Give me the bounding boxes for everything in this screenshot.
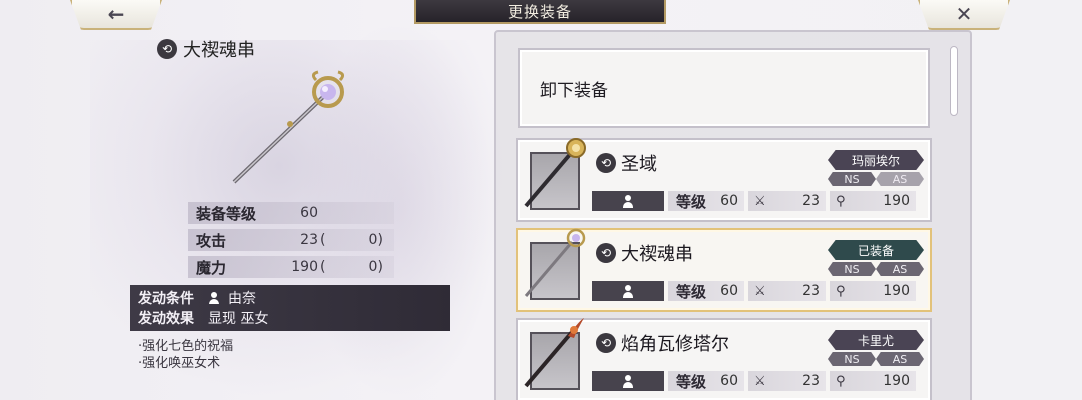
staff-type-icon: ⟲ bbox=[596, 153, 616, 173]
card-name: 大禊魂串 bbox=[621, 244, 693, 265]
magic-value: 190 bbox=[883, 373, 910, 389]
attack-stat: ⚔ 23 bbox=[748, 191, 826, 211]
as-tag: AS bbox=[876, 352, 924, 366]
person-icon bbox=[208, 292, 220, 304]
staff-image bbox=[524, 228, 586, 297]
stat-bonus: 0 bbox=[368, 259, 378, 275]
level-label: 等级 bbox=[676, 192, 707, 211]
wand-icon: ⚲ bbox=[836, 193, 846, 209]
as-tag: AS bbox=[876, 172, 924, 186]
staff-image bbox=[524, 318, 584, 388]
effect-list: ·强化七色的祝福 ·强化唤巫女术 bbox=[138, 338, 233, 372]
magic-stat: ⚲ 190 bbox=[830, 191, 916, 211]
sword-icon: ⚔ bbox=[754, 373, 766, 389]
person-icon bbox=[622, 284, 634, 298]
scrollbar[interactable] bbox=[950, 46, 958, 116]
stat-label: 装备等级 bbox=[196, 204, 257, 223]
magic-stat: ⚲ 190 bbox=[830, 281, 916, 301]
paren-close: ) bbox=[377, 232, 383, 248]
magic-value: 190 bbox=[883, 193, 910, 209]
equipment-card-1[interactable]: ⟲ 大禊魂串 已装备 NS AS 等级 60 ⚔ 23 ⚲ 190 bbox=[516, 228, 932, 312]
owner-badge: 卡里尤 bbox=[828, 330, 924, 350]
level-label: 等级 bbox=[676, 372, 707, 391]
attack-stat: ⚔ 23 bbox=[748, 281, 826, 301]
activation-box: 发动条件 由奈 发动效果 显现 巫女 bbox=[130, 285, 450, 331]
effect-item: ·强化七色的祝福 bbox=[138, 339, 234, 354]
ns-tag: NS bbox=[828, 172, 876, 186]
equipment-card-2[interactable]: ⟲ 焰角瓦修塔尔 卡里尤 NS AS 等级 60 ⚔ 23 ⚲ 190 bbox=[516, 318, 932, 400]
paren-close: ) bbox=[377, 259, 383, 275]
condition-value: 由奈 bbox=[228, 291, 256, 307]
attack-value: 23 bbox=[802, 283, 820, 299]
detail-item-title: ⟲ 大禊魂串 bbox=[157, 36, 255, 62]
stat-value: 190 bbox=[291, 259, 318, 275]
wand-icon: ⚲ bbox=[836, 373, 846, 389]
stat-value: 60 bbox=[300, 205, 318, 221]
card-name: 焰角瓦修塔尔 bbox=[621, 334, 729, 355]
back-arrow-icon: ← bbox=[107, 2, 125, 26]
activation-condition: 发动条件 由奈 bbox=[138, 288, 442, 308]
person-icon bbox=[622, 194, 634, 208]
staff-type-icon: ⟲ bbox=[596, 243, 616, 263]
magic-stat: ⚲ 190 bbox=[830, 371, 916, 391]
level-label: 等级 bbox=[676, 282, 707, 301]
equipped-badge: 已装备 bbox=[828, 240, 924, 260]
effect-value: 显现 巫女 bbox=[208, 311, 269, 327]
stat-value: 23 bbox=[300, 232, 318, 248]
level-value: 60 bbox=[720, 193, 738, 209]
ns-as-indicator: NS AS bbox=[828, 352, 924, 366]
stat-row-magic: 魔力 190 ( 0 ) bbox=[188, 256, 394, 278]
weapon-image bbox=[232, 70, 345, 184]
as-tag: AS bbox=[876, 262, 924, 276]
ns-as-indicator: NS AS bbox=[828, 262, 924, 276]
staff-type-icon: ⟲ bbox=[157, 39, 177, 59]
card-title: ⟲ 大禊魂串 bbox=[596, 240, 693, 266]
wand-icon: ⚲ bbox=[836, 283, 846, 299]
stat-row-attack: 攻击 23 ( 0 ) bbox=[188, 229, 394, 251]
attack-value: 23 bbox=[802, 193, 820, 209]
attack-stat: ⚔ 23 bbox=[748, 371, 826, 391]
card-stats: 等级 60 ⚔ 23 ⚲ 190 bbox=[592, 190, 920, 212]
close-button[interactable]: ✕ bbox=[918, 0, 1010, 30]
card-stats: 等级 60 ⚔ 23 ⚲ 190 bbox=[592, 280, 920, 302]
ns-tag: NS bbox=[828, 262, 876, 276]
card-stats: 等级 60 ⚔ 23 ⚲ 190 bbox=[592, 370, 920, 392]
back-button[interactable]: ← bbox=[70, 0, 162, 30]
ns-tag: NS bbox=[828, 352, 876, 366]
stat-label: 攻击 bbox=[196, 231, 227, 250]
stat-bonus: 0 bbox=[368, 232, 378, 248]
level-value: 60 bbox=[720, 373, 738, 389]
card-title: ⟲ 圣域 bbox=[596, 150, 657, 176]
ns-as-indicator: NS AS bbox=[828, 172, 924, 186]
stat-label: 魔力 bbox=[196, 258, 227, 277]
level-stat: 等级 60 bbox=[668, 371, 744, 391]
level-value: 60 bbox=[720, 283, 738, 299]
staff-type-icon: ⟲ bbox=[596, 333, 616, 353]
page-title: 更换装备 bbox=[414, 0, 666, 24]
user-slot bbox=[592, 371, 664, 391]
staff-image bbox=[524, 138, 586, 208]
card-title: ⟲ 焰角瓦修塔尔 bbox=[596, 330, 729, 356]
unequip-label: 卸下装备 bbox=[540, 80, 608, 101]
activation-effect: 发动效果 显现 巫女 bbox=[138, 308, 442, 328]
condition-label: 发动条件 bbox=[138, 291, 194, 307]
user-slot bbox=[592, 191, 664, 211]
effect-label: 发动效果 bbox=[138, 311, 194, 327]
card-name: 圣域 bbox=[621, 154, 657, 175]
level-stat: 等级 60 bbox=[668, 191, 744, 211]
equipment-card-0[interactable]: ⟲ 圣域 玛丽埃尔 NS AS 等级 60 ⚔ 23 ⚲ 190 bbox=[516, 138, 932, 222]
detail-item-name: 大禊魂串 bbox=[183, 40, 255, 61]
effect-item: ·强化唤巫女术 bbox=[138, 356, 221, 371]
sword-icon: ⚔ bbox=[754, 283, 766, 299]
person-icon bbox=[622, 374, 634, 388]
level-stat: 等级 60 bbox=[668, 281, 744, 301]
attack-value: 23 bbox=[802, 373, 820, 389]
close-icon: ✕ bbox=[955, 2, 973, 26]
magic-value: 190 bbox=[883, 283, 910, 299]
owner-badge: 玛丽埃尔 bbox=[828, 150, 924, 170]
sword-icon: ⚔ bbox=[754, 193, 766, 209]
unequip-button[interactable]: 卸下装备 bbox=[518, 48, 930, 128]
stat-row-equip-level: 装备等级 60 bbox=[188, 202, 394, 224]
user-slot bbox=[592, 281, 664, 301]
